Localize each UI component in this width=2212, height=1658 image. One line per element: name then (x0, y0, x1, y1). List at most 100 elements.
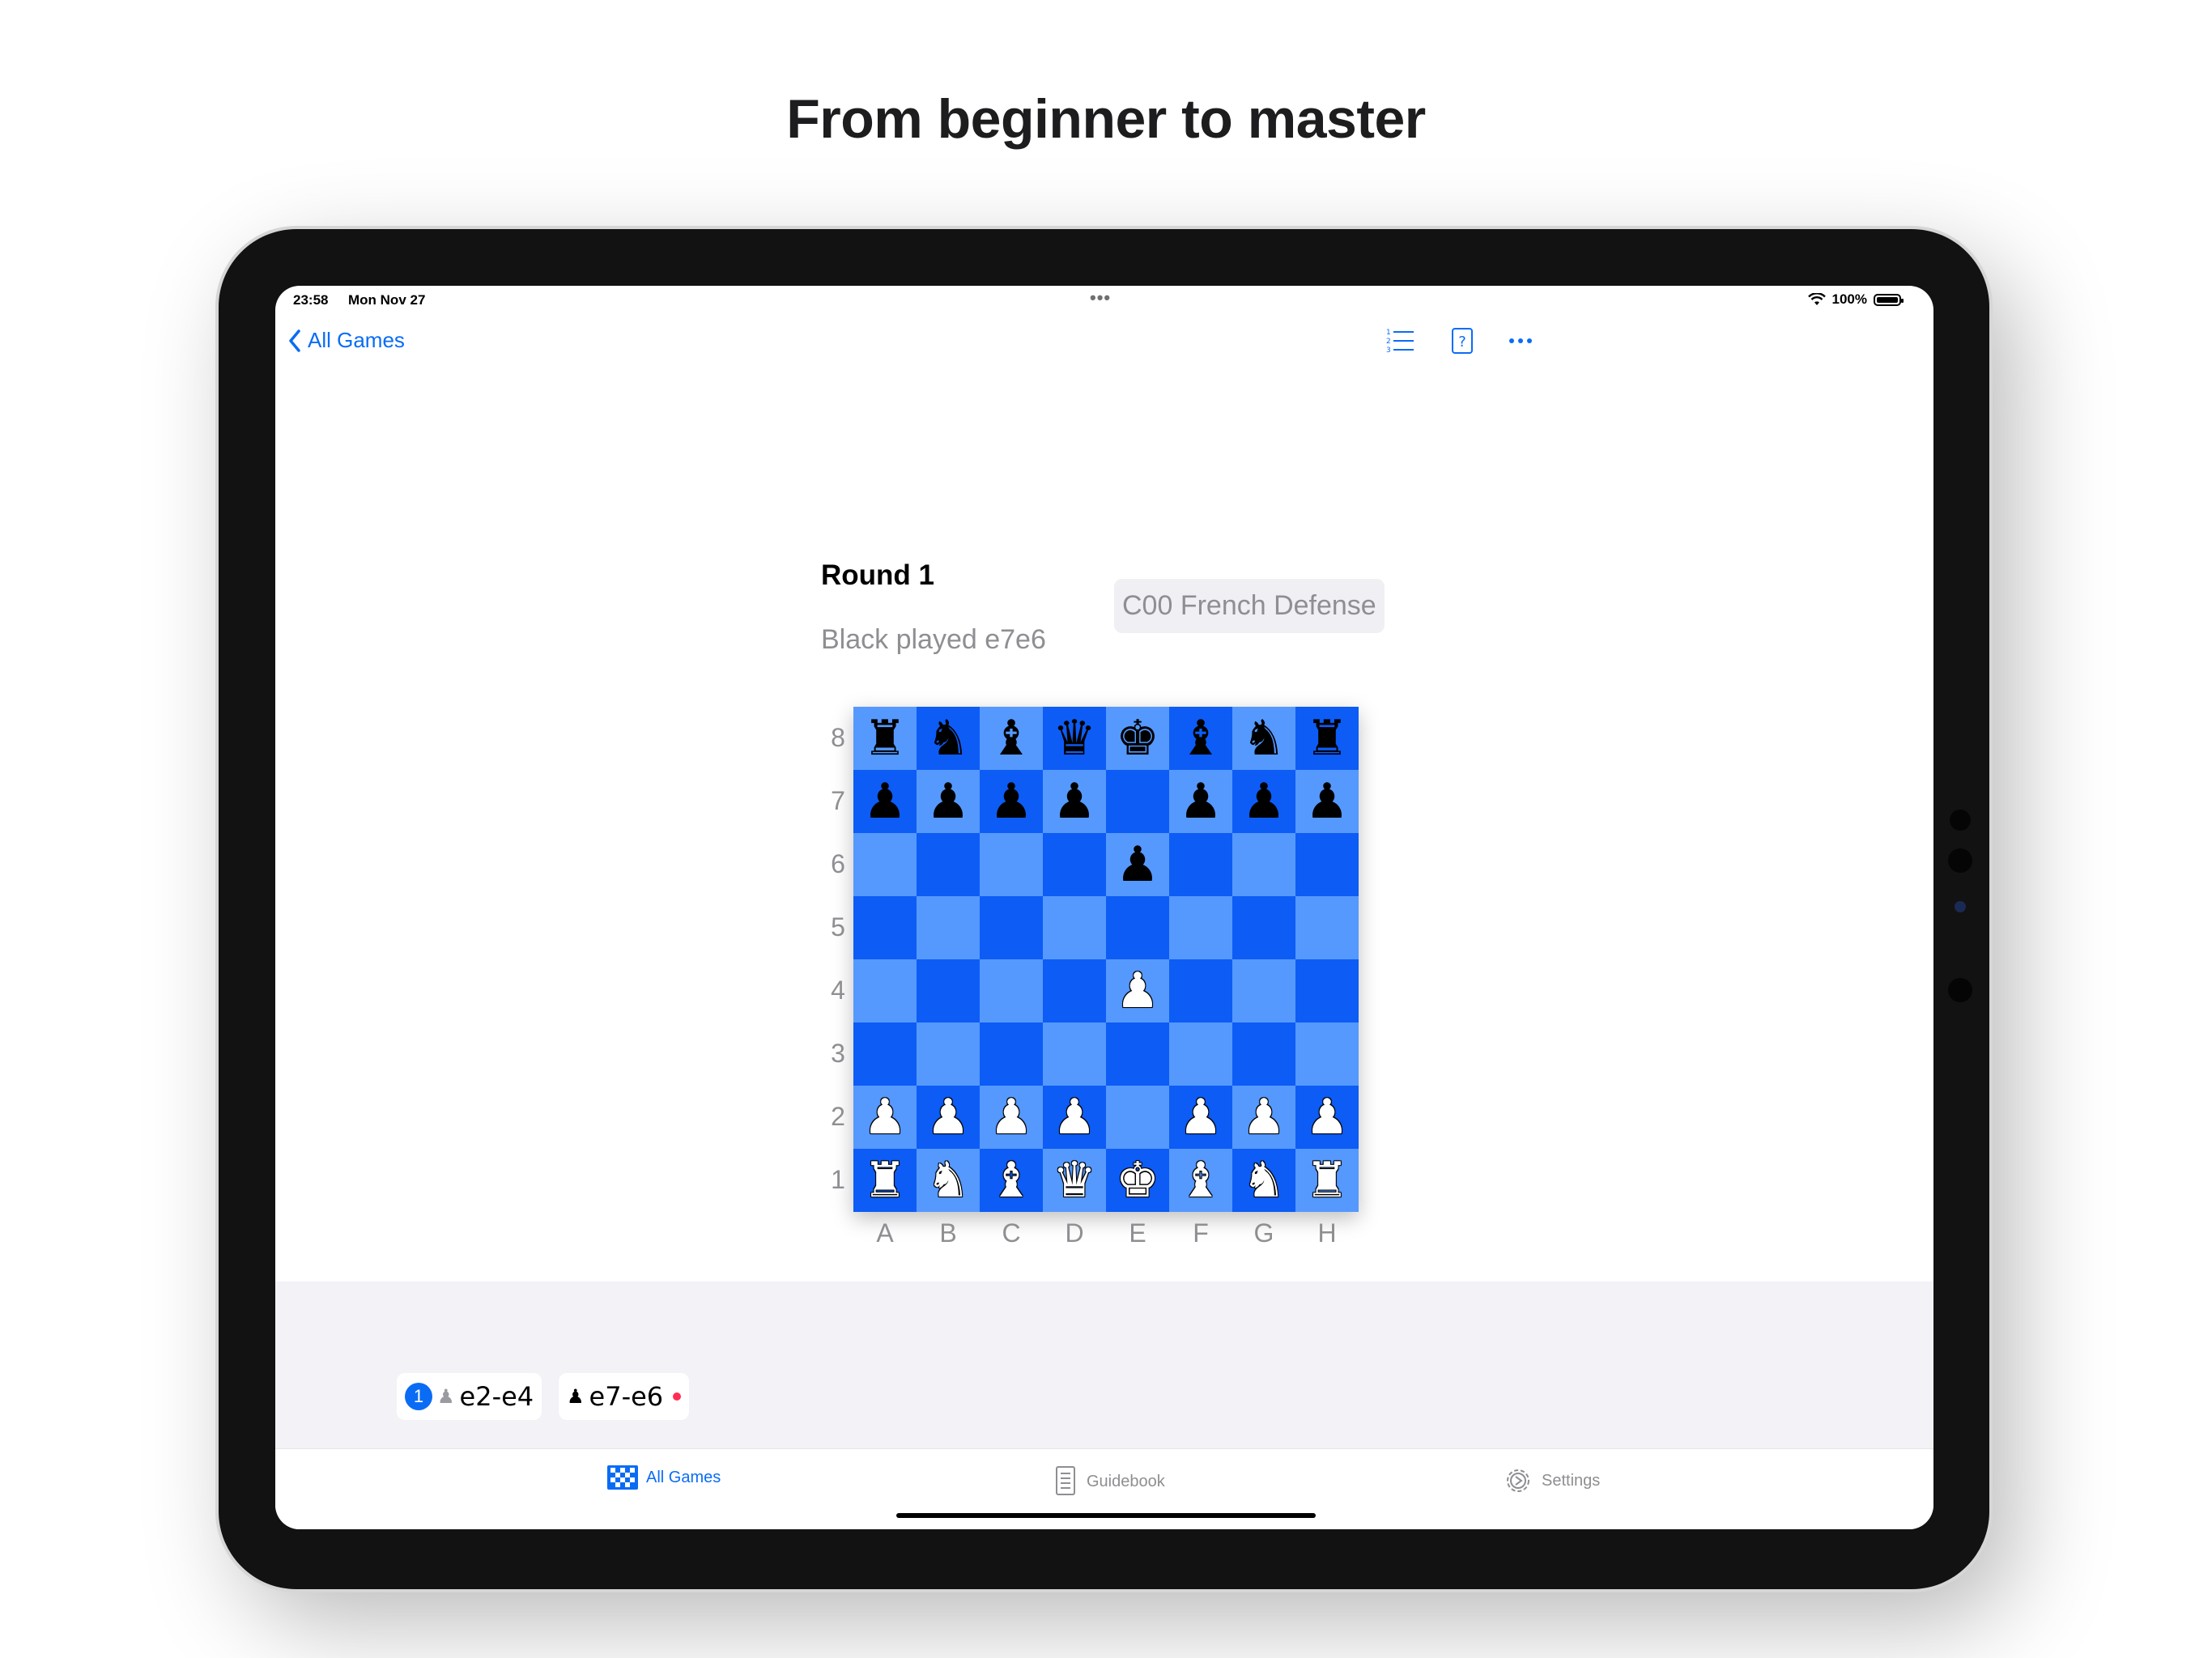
back-button[interactable]: All Games (288, 328, 405, 353)
white-pawn-icon[interactable]: ♟ (863, 1093, 907, 1141)
white-king-icon[interactable]: ♚ (1116, 1156, 1159, 1205)
square-a1[interactable]: ♜ (853, 1149, 917, 1212)
black-pawn-icon[interactable]: ♟ (863, 777, 907, 826)
black-pawn-icon[interactable]: ♟ (1242, 777, 1286, 826)
square-b3[interactable] (917, 1022, 980, 1086)
square-a4[interactable] (853, 959, 917, 1022)
square-a2[interactable]: ♟ (853, 1086, 917, 1149)
square-g8[interactable]: ♞ (1232, 707, 1295, 770)
opening-badge[interactable]: C00 French Defense (1114, 579, 1385, 633)
square-b4[interactable] (917, 959, 980, 1022)
square-f3[interactable] (1169, 1022, 1232, 1086)
square-e8[interactable]: ♚ (1106, 707, 1169, 770)
square-e5[interactable] (1106, 896, 1169, 959)
white-pawn-icon[interactable]: ♟ (926, 1093, 970, 1141)
tab-settings[interactable]: Settings (1503, 1465, 1600, 1496)
square-e7[interactable] (1106, 770, 1169, 833)
square-b5[interactable] (917, 896, 980, 959)
white-bishop-icon[interactable]: ♝ (989, 1156, 1033, 1205)
square-d7[interactable]: ♟ (1043, 770, 1106, 833)
white-pawn-icon[interactable]: ♟ (989, 1093, 1033, 1141)
square-g5[interactable] (1232, 896, 1295, 959)
white-pawn-icon[interactable]: ♟ (1179, 1093, 1223, 1141)
black-pawn-icon[interactable]: ♟ (1053, 777, 1096, 826)
square-e4[interactable]: ♟ (1106, 959, 1169, 1022)
white-pawn-icon[interactable]: ♟ (1053, 1093, 1096, 1141)
square-f2[interactable]: ♟ (1169, 1086, 1232, 1149)
square-h1[interactable]: ♜ (1295, 1149, 1359, 1212)
square-g2[interactable]: ♟ (1232, 1086, 1295, 1149)
square-c4[interactable] (980, 959, 1043, 1022)
help-icon[interactable]: ? (1446, 326, 1478, 355)
square-c7[interactable]: ♟ (980, 770, 1043, 833)
white-knight-icon[interactable]: ♞ (926, 1156, 970, 1205)
black-king-icon[interactable]: ♚ (1116, 714, 1159, 763)
square-e6[interactable]: ♟ (1106, 833, 1169, 896)
square-f6[interactable] (1169, 833, 1232, 896)
square-b7[interactable]: ♟ (917, 770, 980, 833)
square-c8[interactable]: ♝ (980, 707, 1043, 770)
square-h4[interactable] (1295, 959, 1359, 1022)
black-pawn-icon[interactable]: ♟ (926, 777, 970, 826)
more-icon[interactable] (1504, 326, 1537, 355)
black-pawn-icon[interactable]: ♟ (1179, 777, 1223, 826)
square-b1[interactable]: ♞ (917, 1149, 980, 1212)
square-h7[interactable]: ♟ (1295, 770, 1359, 833)
black-pawn-icon[interactable]: ♟ (989, 777, 1033, 826)
square-d3[interactable] (1043, 1022, 1106, 1086)
square-a8[interactable]: ♜ (853, 707, 917, 770)
tab-all-games[interactable]: All Games (607, 1465, 721, 1490)
white-pawn-icon[interactable]: ♟ (1116, 967, 1159, 1015)
black-rook-icon[interactable]: ♜ (1305, 714, 1349, 763)
square-f1[interactable]: ♝ (1169, 1149, 1232, 1212)
square-c1[interactable]: ♝ (980, 1149, 1043, 1212)
square-f7[interactable]: ♟ (1169, 770, 1232, 833)
square-a7[interactable]: ♟ (853, 770, 917, 833)
white-rook-icon[interactable]: ♜ (863, 1156, 907, 1205)
square-e3[interactable] (1106, 1022, 1169, 1086)
square-g1[interactable]: ♞ (1232, 1149, 1295, 1212)
square-c2[interactable]: ♟ (980, 1086, 1043, 1149)
square-d1[interactable]: ♛ (1043, 1149, 1106, 1212)
square-g4[interactable] (1232, 959, 1295, 1022)
white-knight-icon[interactable]: ♞ (1242, 1156, 1286, 1205)
square-d2[interactable]: ♟ (1043, 1086, 1106, 1149)
square-g3[interactable] (1232, 1022, 1295, 1086)
black-pawn-icon[interactable]: ♟ (1116, 840, 1159, 889)
tab-guidebook[interactable]: Guidebook (1054, 1465, 1165, 1498)
square-h5[interactable] (1295, 896, 1359, 959)
square-c3[interactable] (980, 1022, 1043, 1086)
square-g7[interactable]: ♟ (1232, 770, 1295, 833)
multitasking-dots[interactable]: ••• (1090, 287, 1111, 308)
square-a5[interactable] (853, 896, 917, 959)
square-b8[interactable]: ♞ (917, 707, 980, 770)
white-queen-icon[interactable]: ♛ (1053, 1156, 1096, 1205)
move-chip-white[interactable]: 1 ♟ e2-e4 (397, 1373, 542, 1420)
black-pawn-icon[interactable]: ♟ (1305, 777, 1349, 826)
square-a3[interactable] (853, 1022, 917, 1086)
square-b6[interactable] (917, 833, 980, 896)
black-bishop-icon[interactable]: ♝ (989, 714, 1033, 763)
black-rook-icon[interactable]: ♜ (863, 714, 907, 763)
white-pawn-icon[interactable]: ♟ (1242, 1093, 1286, 1141)
square-e2[interactable] (1106, 1086, 1169, 1149)
square-d4[interactable] (1043, 959, 1106, 1022)
move-chip-black[interactable]: ♟ e7-e6 (559, 1373, 690, 1420)
black-queen-icon[interactable]: ♛ (1053, 714, 1096, 763)
black-knight-icon[interactable]: ♞ (926, 714, 970, 763)
chess-board[interactable]: ♜ ♞ ♝ ♛ ♚ ♝ ♞ ♜ ♟ ♟ ♟ ♟ ♟ ♟ ♟ ♟ ♟ ♟ ♟ ♟ ♟ ♟ ♟ ♟ ♜ ♞ ♝ ♛ ♚ ♝ ♞ ♜ (853, 707, 1359, 1212)
square-h2[interactable]: ♟ (1295, 1086, 1359, 1149)
square-h8[interactable]: ♜ (1295, 707, 1359, 770)
square-c5[interactable] (980, 896, 1043, 959)
square-d6[interactable] (1043, 833, 1106, 896)
square-g6[interactable] (1232, 833, 1295, 896)
square-f8[interactable]: ♝ (1169, 707, 1232, 770)
square-d5[interactable] (1043, 896, 1106, 959)
square-h6[interactable] (1295, 833, 1359, 896)
square-c6[interactable] (980, 833, 1043, 896)
list-icon[interactable]: 1 2 3 (1385, 326, 1417, 355)
square-h3[interactable] (1295, 1022, 1359, 1086)
square-e1[interactable]: ♚ (1106, 1149, 1169, 1212)
white-bishop-icon[interactable]: ♝ (1179, 1156, 1223, 1205)
home-indicator[interactable] (896, 1513, 1316, 1518)
